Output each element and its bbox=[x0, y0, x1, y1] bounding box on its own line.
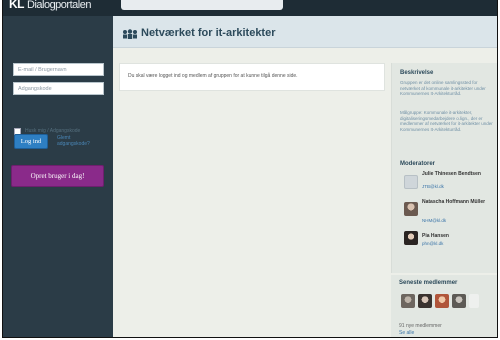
moderators-heading: Moderatorer bbox=[400, 161, 436, 167]
description-text: Gruppen er det online samlingssted for n… bbox=[400, 80, 486, 96]
moderator-email[interactable]: JTB@kl.dk bbox=[422, 184, 444, 189]
kl-logo[interactable]: KL Dialogportalen bbox=[9, 0, 91, 11]
moderator-avatar[interactable] bbox=[404, 202, 418, 216]
browser-frame: KL Dialogportalen E-mail / Brugernavn Adg… bbox=[2, 0, 498, 338]
moderator-email[interactable]: NHM@kl.dk bbox=[422, 218, 446, 223]
page-title: Netværket for it-arkitekter bbox=[141, 27, 276, 39]
moderator-avatar-placeholder[interactable] bbox=[404, 175, 418, 189]
create-user-button[interactable]: Opret bruger i dag! bbox=[11, 165, 104, 187]
see-all-link[interactable]: Se alle bbox=[399, 330, 414, 336]
group-icon bbox=[123, 29, 137, 39]
page-header: Netværket for it-arkitekter bbox=[113, 16, 497, 48]
member-avatar[interactable] bbox=[418, 294, 432, 308]
moderator-email[interactable]: phn@kl.dk bbox=[422, 241, 443, 246]
group-info-aside: Beskrivelse Gruppen er det online samlin… bbox=[391, 63, 497, 273]
forgot-password-link[interactable]: Glemt adgangskode? bbox=[57, 135, 97, 147]
login-button[interactable]: Log ind bbox=[14, 134, 48, 149]
member-avatar[interactable] bbox=[435, 294, 449, 308]
member-avatar-placeholder[interactable] bbox=[469, 294, 479, 308]
top-bar: KL Dialogportalen bbox=[3, 0, 497, 16]
email-field[interactable]: E-mail / Brugernavn bbox=[13, 63, 104, 76]
moderator-name[interactable]: Natascha Hoffmann Müller bbox=[422, 199, 494, 205]
login-sidebar: E-mail / Brugernavn Adgangskode Husk mig… bbox=[3, 16, 113, 337]
new-members-count: 91 nye medlemmer bbox=[399, 323, 442, 329]
logo-text: KL bbox=[9, 0, 25, 11]
access-message: Du skal være logget ind og medlem af gru… bbox=[128, 73, 298, 79]
member-avatar[interactable] bbox=[452, 294, 466, 308]
target-group-text: Målgruppe: Kommunale it-arkitekter, digi… bbox=[400, 110, 493, 132]
portal-name: Dialogportalen bbox=[27, 0, 91, 11]
recent-members-panel: Seneste medlemmer 91 nye medlemmer Se al… bbox=[391, 275, 497, 337]
access-message-panel: Du skal være logget ind og medlem af gru… bbox=[119, 63, 385, 91]
recent-members-heading: Seneste medlemmer bbox=[399, 280, 458, 286]
password-field[interactable]: Adgangskode bbox=[13, 82, 104, 95]
moderator-name[interactable]: Julie Thinesen Bendtsen bbox=[422, 171, 494, 177]
moderator-name[interactable]: Pia Hansen bbox=[422, 233, 494, 239]
member-avatar[interactable] bbox=[401, 294, 415, 308]
description-heading: Beskrivelse bbox=[400, 70, 434, 76]
top-search-field[interactable] bbox=[121, 0, 283, 10]
moderator-avatar[interactable] bbox=[404, 231, 418, 245]
